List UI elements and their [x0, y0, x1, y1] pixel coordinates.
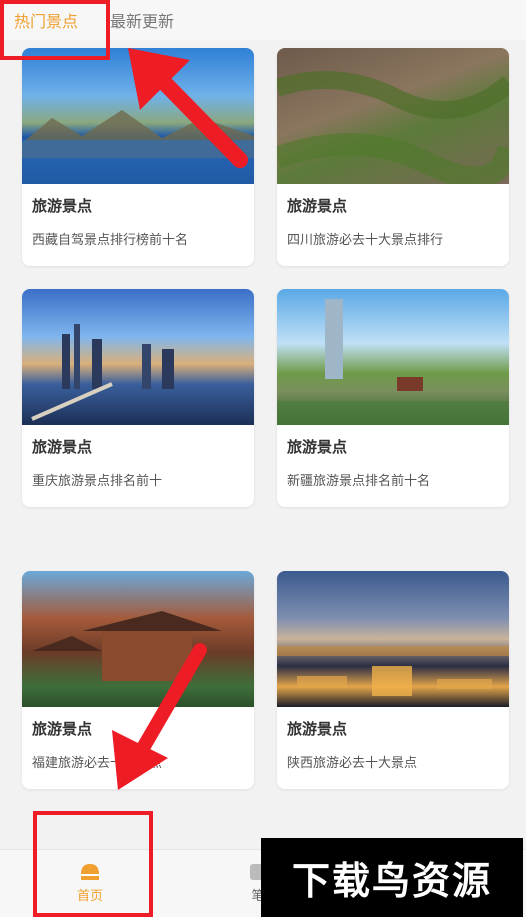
spot-description: 新疆旅游景点排名前十名: [287, 474, 431, 489]
nav-item-home[interactable]: 首页: [40, 862, 140, 904]
spot-description: 西藏自驾景点排行榜前十名: [32, 233, 189, 248]
spot-card[interactable]: 旅游景点 陕西旅游必去十大景点: [277, 571, 509, 789]
spot-title: 旅游景点: [287, 438, 348, 456]
mountain-lake-illustration: [22, 110, 254, 184]
spot-image: [22, 571, 254, 707]
spot-image: [277, 289, 509, 425]
spot-title: 旅游景点: [32, 197, 93, 215]
spots-grid: 旅游景点 西藏自驾景点排行榜前十名 旅游景点 四川旅游必去十大景点排行 旅游景点…: [0, 0, 526, 917]
city-skyline-illustration: [31, 324, 174, 421]
temple-illustration: [32, 611, 222, 681]
spot-description: 四川旅游必去十大景点排行: [287, 233, 444, 248]
city-night-illustration: [277, 646, 509, 696]
spot-card[interactable]: 旅游景点 西藏自驾景点排行榜前十名: [22, 48, 254, 266]
spot-title: 旅游景点: [287, 720, 348, 738]
mountain-path-illustration: [277, 71, 509, 184]
spot-image: [277, 48, 509, 184]
watermark-logo: 下载鸟资源: [261, 838, 523, 917]
spot-title: 旅游景点: [287, 197, 348, 215]
spot-card[interactable]: 旅游景点 福建旅游必去十大景点: [22, 571, 254, 789]
spot-description: 重庆旅游景点排名前十: [32, 474, 163, 489]
spot-card[interactable]: 旅游景点 新疆旅游景点排名前十名: [277, 289, 509, 507]
spot-title: 旅游景点: [32, 438, 93, 456]
spot-image: [22, 48, 254, 184]
spot-card[interactable]: 旅游景点 四川旅游必去十大景点排行: [277, 48, 509, 266]
spot-image: [277, 571, 509, 707]
spot-title: 旅游景点: [32, 720, 93, 738]
park-tower-illustration: [277, 299, 509, 425]
nav-label-home: 首页: [76, 889, 103, 904]
home-icon: [81, 864, 99, 880]
spot-card[interactable]: 旅游景点 重庆旅游景点排名前十: [22, 289, 254, 507]
spot-image: [22, 289, 254, 425]
spot-description: 陕西旅游必去十大景点: [287, 756, 418, 771]
spot-description: 福建旅游必去十大景点: [32, 756, 163, 771]
